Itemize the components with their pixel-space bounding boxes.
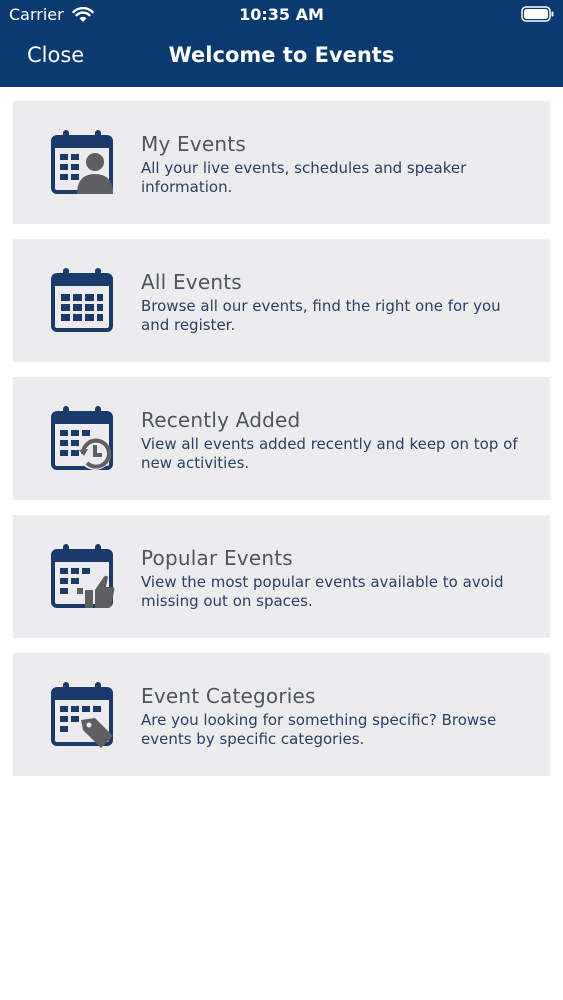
menu-item-text: Popular Events View the most popular eve… (141, 545, 530, 611)
battery-icon (521, 6, 554, 22)
menu-item-text: Event Categories Are you looking for som… (141, 683, 530, 749)
menu-item-popular-events[interactable]: Popular Events View the most popular eve… (13, 515, 550, 638)
menu-item-recently-added[interactable]: Recently Added View all events added rec… (13, 377, 550, 500)
menu-item-my-events[interactable]: My Events All your live events, schedule… (13, 101, 550, 224)
calendar-person-icon (51, 130, 113, 194)
status-bar: Carrier 10:35 AM (0, 0, 563, 30)
calendar-icon (51, 268, 113, 332)
menu-item-text: My Events All your live events, schedule… (141, 131, 530, 197)
menu-item-title: Event Categories (141, 684, 316, 708)
page-title: Welcome to Events (168, 43, 395, 67)
menu-item-title: Recently Added (141, 408, 301, 432)
menu-item-title: My Events (141, 132, 246, 156)
calendar-clock-icon (51, 406, 113, 470)
menu-item-description: View the most popular events available t… (141, 573, 504, 610)
events-menu: My Events All your live events, schedule… (13, 101, 550, 791)
status-time: 10:35 AM (239, 5, 324, 24)
calendar-tag-icon (51, 682, 113, 748)
header: Carrier 10:35 AM Close Welcome to Events (0, 0, 563, 87)
menu-item-description: All your live events, schedules and spea… (141, 159, 467, 196)
menu-item-text: All Events Browse all our events, find t… (141, 269, 530, 335)
menu-item-description: Are you looking for something specific? … (141, 711, 497, 748)
menu-item-title: All Events (141, 270, 242, 294)
menu-item-title: Popular Events (141, 546, 293, 570)
menu-item-description: Browse all our events, find the right on… (141, 297, 501, 334)
nav-bar: Close Welcome to Events (0, 30, 563, 87)
menu-item-event-categories[interactable]: Event Categories Are you looking for som… (13, 653, 550, 776)
menu-item-text: Recently Added View all events added rec… (141, 407, 530, 473)
calendar-thumbs-up-icon (51, 544, 115, 608)
menu-item-all-events[interactable]: All Events Browse all our events, find t… (13, 239, 550, 362)
menu-item-description: View all events added recently and keep … (141, 435, 518, 472)
